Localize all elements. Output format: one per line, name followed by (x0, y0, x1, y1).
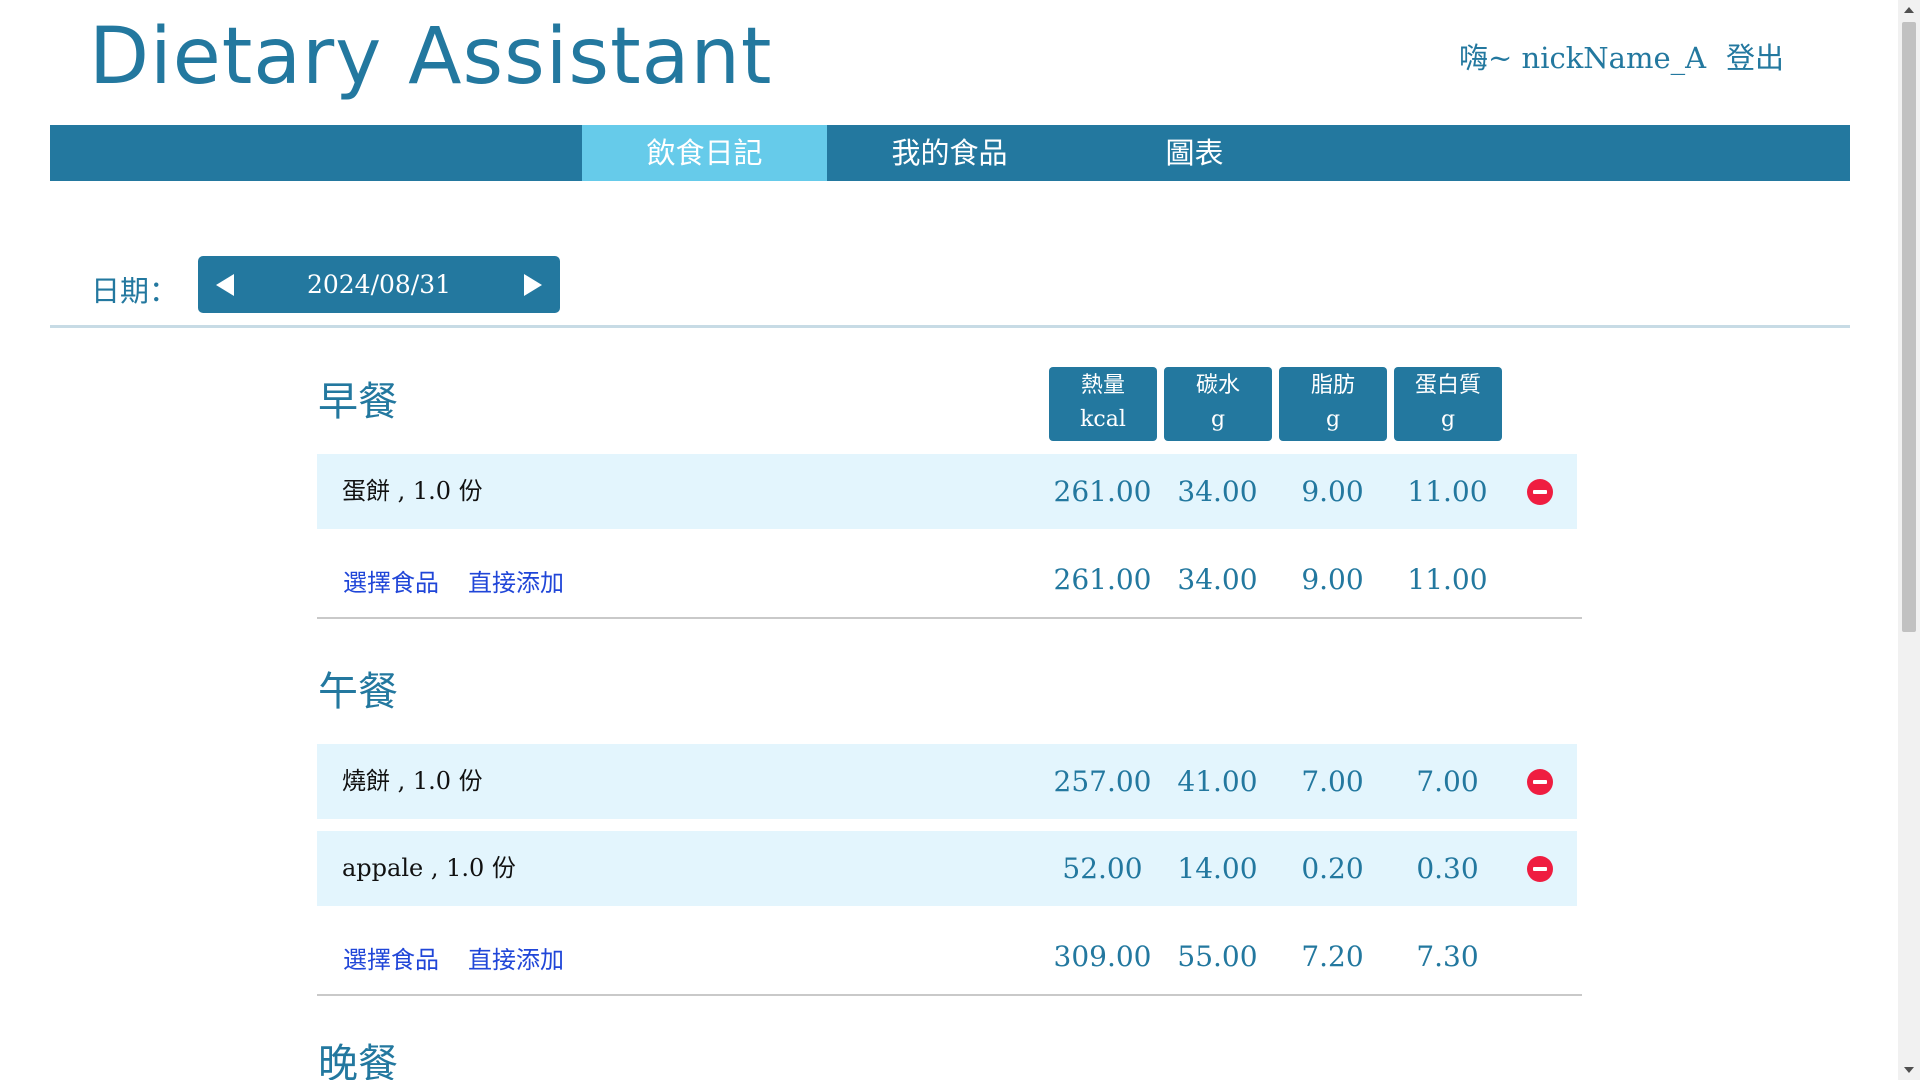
section-divider (317, 617, 1582, 619)
date-value: 2024/08/31 (306, 270, 452, 299)
next-date-button[interactable] (504, 256, 560, 313)
meal-title-dinner: 晚餐 (318, 1041, 398, 1080)
food-carbs: 41.00 (1177, 765, 1258, 798)
food-carbs: 34.00 (1177, 475, 1258, 508)
tab-charts[interactable]: 圖表 (1072, 125, 1317, 181)
date-label: 日期： (91, 274, 179, 308)
total-calories: 309.00 (1053, 940, 1152, 973)
select-food-link[interactable]: 選擇食品 (343, 563, 439, 598)
total-calories: 261.00 (1053, 563, 1152, 596)
food-name: appale , 1.0 份 (342, 854, 516, 882)
column-name: 熱量 (1080, 373, 1125, 398)
food-fat: 9.00 (1301, 475, 1364, 508)
total-fat: 9.00 (1301, 563, 1364, 596)
scrollbar-thumb[interactable] (1902, 22, 1916, 632)
tab-diary[interactable]: 飲食日記 (582, 125, 827, 181)
column-header-fat: 脂肪 g (1279, 367, 1387, 441)
column-unit: kcal (1080, 407, 1126, 432)
column-name: 碳水 (1195, 373, 1240, 398)
meal-title-lunch: 午餐 (318, 669, 398, 715)
total-protein: 11.00 (1407, 563, 1488, 596)
meal-title-breakfast: 早餐 (318, 379, 398, 425)
food-protein: 7.00 (1416, 765, 1479, 798)
column-unit: g (1325, 407, 1341, 432)
food-name: 蛋餅 , 1.0 份 (342, 477, 483, 505)
triangle-left-icon (216, 273, 234, 296)
scroll-down-arrow-icon[interactable] (1898, 1060, 1920, 1080)
total-protein: 7.30 (1416, 940, 1479, 973)
column-name: 脂肪 (1310, 373, 1355, 398)
food-fat: 7.00 (1301, 765, 1364, 798)
food-calories: 261.00 (1053, 475, 1152, 508)
add-direct-link[interactable]: 直接添加 (468, 563, 564, 598)
section-divider (317, 994, 1582, 996)
divider (50, 325, 1850, 328)
prev-date-button[interactable] (198, 256, 254, 313)
select-food-link[interactable]: 選擇食品 (343, 940, 439, 975)
user-greeting: 嗨~ nickName_A (1459, 41, 1707, 75)
main-nav: 飲食日記 我的食品 圖表 (50, 125, 1850, 181)
column-unit: g (1440, 407, 1456, 432)
food-fat: 0.20 (1301, 852, 1364, 885)
food-calories: 52.00 (1062, 852, 1143, 885)
tab-my-foods[interactable]: 我的食品 (827, 125, 1072, 181)
page: Dietary Assistant 嗨~ nickName_A 登出 飲食日記 … (0, 0, 1898, 1080)
triangle-right-icon (524, 273, 542, 296)
remove-food-button[interactable] (1527, 769, 1553, 795)
column-header-carbs: 碳水 g (1164, 367, 1272, 441)
total-carbs: 34.00 (1177, 563, 1258, 596)
column-header-protein: 蛋白質 g (1394, 367, 1502, 441)
total-carbs: 55.00 (1177, 940, 1258, 973)
food-protein: 0.30 (1416, 852, 1479, 885)
food-calories: 257.00 (1053, 765, 1152, 798)
vertical-scrollbar[interactable] (1898, 0, 1920, 1080)
add-direct-link[interactable]: 直接添加 (468, 940, 564, 975)
app-logo: Dietary Assistant (89, 12, 773, 102)
total-fat: 7.20 (1301, 940, 1364, 973)
column-unit: g (1210, 407, 1226, 432)
food-carbs: 14.00 (1177, 852, 1258, 885)
remove-food-button[interactable] (1527, 479, 1553, 505)
remove-food-button[interactable] (1527, 856, 1553, 882)
column-name: 蛋白質 (1414, 373, 1481, 398)
column-header-calories: 熱量 kcal (1049, 367, 1157, 441)
food-protein: 11.00 (1407, 475, 1488, 508)
logout-link[interactable]: 登出 (1726, 44, 1784, 73)
food-name: 燒餅 , 1.0 份 (342, 767, 483, 795)
date-picker: 2024/08/31 (198, 256, 560, 313)
scroll-up-arrow-icon[interactable] (1898, 0, 1920, 20)
